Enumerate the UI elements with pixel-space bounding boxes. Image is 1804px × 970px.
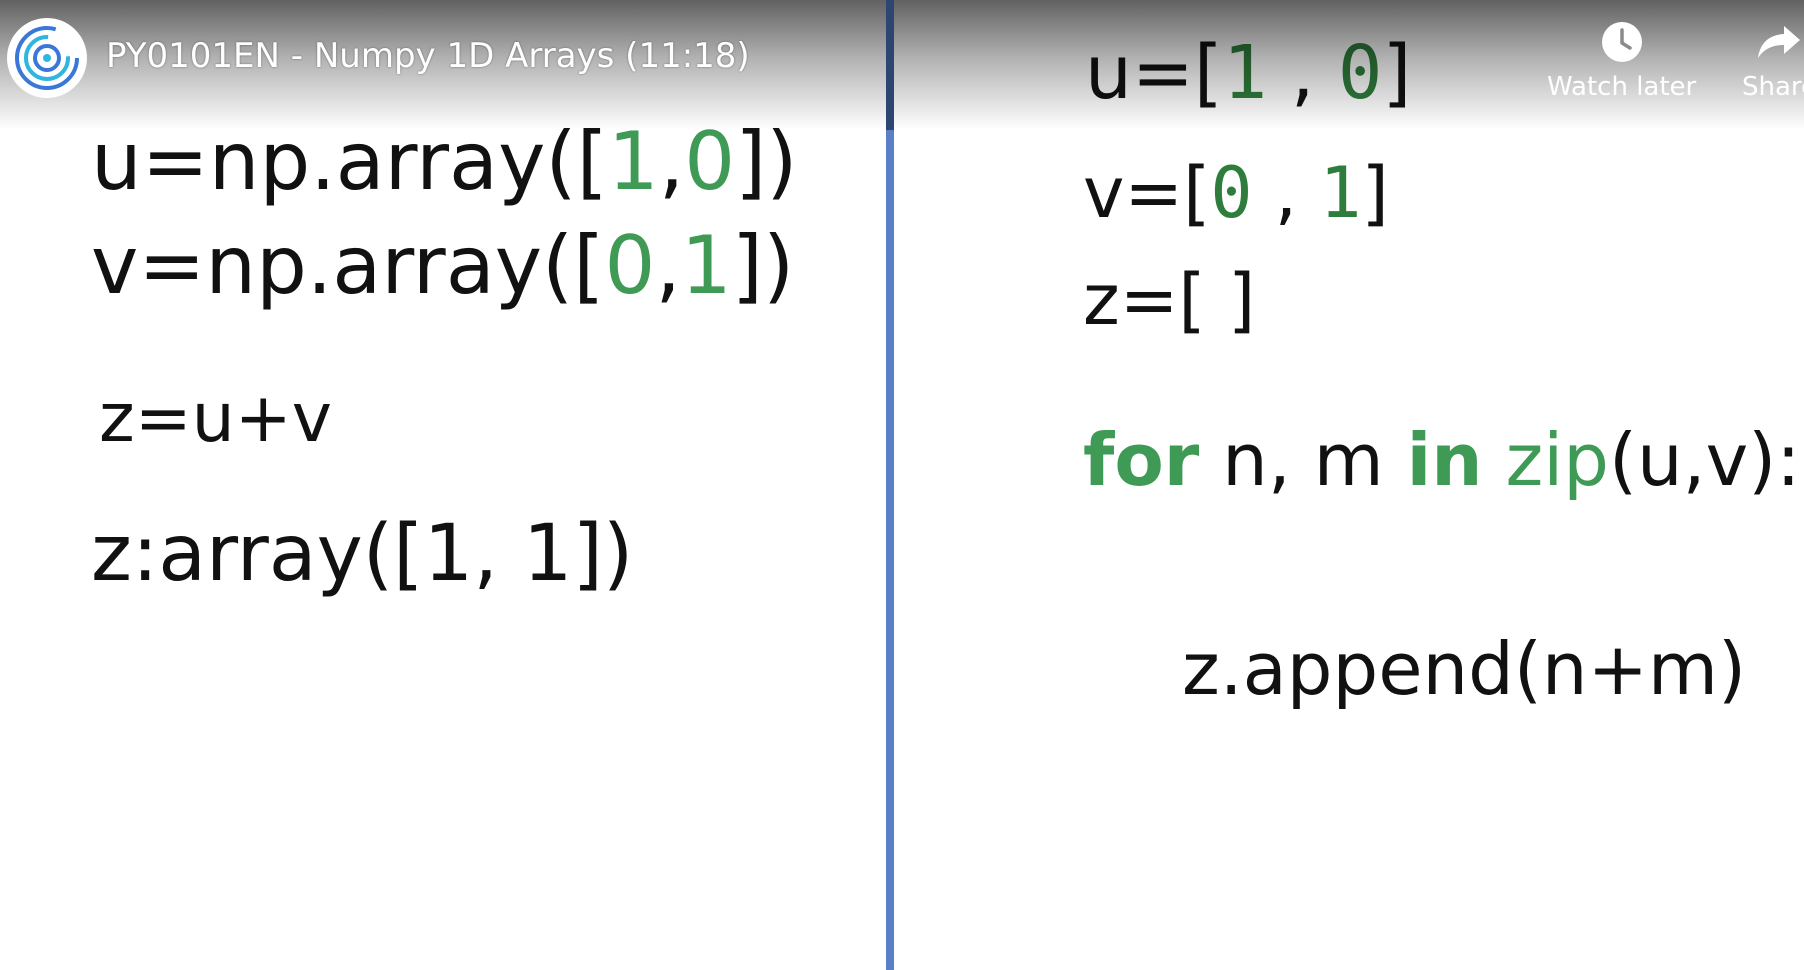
left-u-suffix: ]) xyxy=(735,115,798,208)
channel-logo-icon[interactable] xyxy=(7,18,87,98)
share-button[interactable]: Share xyxy=(1742,20,1804,102)
left-v-suffix: ]) xyxy=(731,219,795,312)
left-v-prefix: v=np.array([ xyxy=(91,219,605,312)
right-v-prefix: v=[ xyxy=(1083,152,1211,234)
watch-later-label: Watch later xyxy=(1547,72,1697,102)
share-label: Share xyxy=(1742,72,1804,102)
left-v-value-a: 0 xyxy=(604,219,656,312)
for-space xyxy=(1483,418,1506,502)
left-u-prefix: u=np.array([ xyxy=(91,115,608,208)
right-line-v: v=[0 , 1] xyxy=(1083,158,1389,228)
panel-divider-top xyxy=(886,0,894,130)
for-vars: n, m xyxy=(1199,418,1407,502)
right-u-value-a: 1 xyxy=(1222,30,1268,116)
for-args: (u,v): xyxy=(1608,418,1801,502)
right-u-prefix: u=[ xyxy=(1085,30,1223,116)
right-line-z: z=[ ] xyxy=(1083,259,1256,341)
right-line-for: for n, m in zip(u,v): xyxy=(1083,424,1801,496)
watch-later-button[interactable]: Watch later xyxy=(1547,20,1696,102)
left-u-value-b: 0 xyxy=(684,115,736,208)
right-v-suffix: ] xyxy=(1361,152,1389,234)
left-u-value-a: 1 xyxy=(607,115,659,208)
left-v-sep: , xyxy=(655,219,681,312)
zip-function: zip xyxy=(1505,418,1609,502)
for-keyword: for xyxy=(1083,418,1200,502)
right-u-value-b: 0 xyxy=(1337,30,1383,116)
left-line-v: v=np.array([0,1]) xyxy=(91,226,794,306)
in-keyword: in xyxy=(1406,418,1483,502)
panel-divider xyxy=(886,0,894,970)
right-v-value-a: 0 xyxy=(1210,152,1253,234)
left-line-z: z=u+v xyxy=(99,379,332,458)
share-arrow-icon xyxy=(1758,26,1800,58)
right-u-sep: , xyxy=(1267,30,1338,116)
left-line-u: u=np.array([1,0]) xyxy=(91,122,798,202)
left-u-sep: , xyxy=(658,115,685,208)
right-line-u: u=[1 , 0] xyxy=(1085,36,1411,110)
right-v-sep: , xyxy=(1252,152,1320,234)
left-line-result: z:array([1, 1]) xyxy=(91,509,634,599)
video-title[interactable]: PY0101EN - Numpy 1D Arrays (11:18) xyxy=(106,36,750,76)
left-v-value-b: 1 xyxy=(680,219,732,312)
right-line-append: z.append(n+m) xyxy=(1182,627,1747,711)
right-v-value-b: 1 xyxy=(1319,152,1362,234)
right-u-suffix: ] xyxy=(1382,30,1412,116)
clock-icon xyxy=(1601,22,1642,62)
